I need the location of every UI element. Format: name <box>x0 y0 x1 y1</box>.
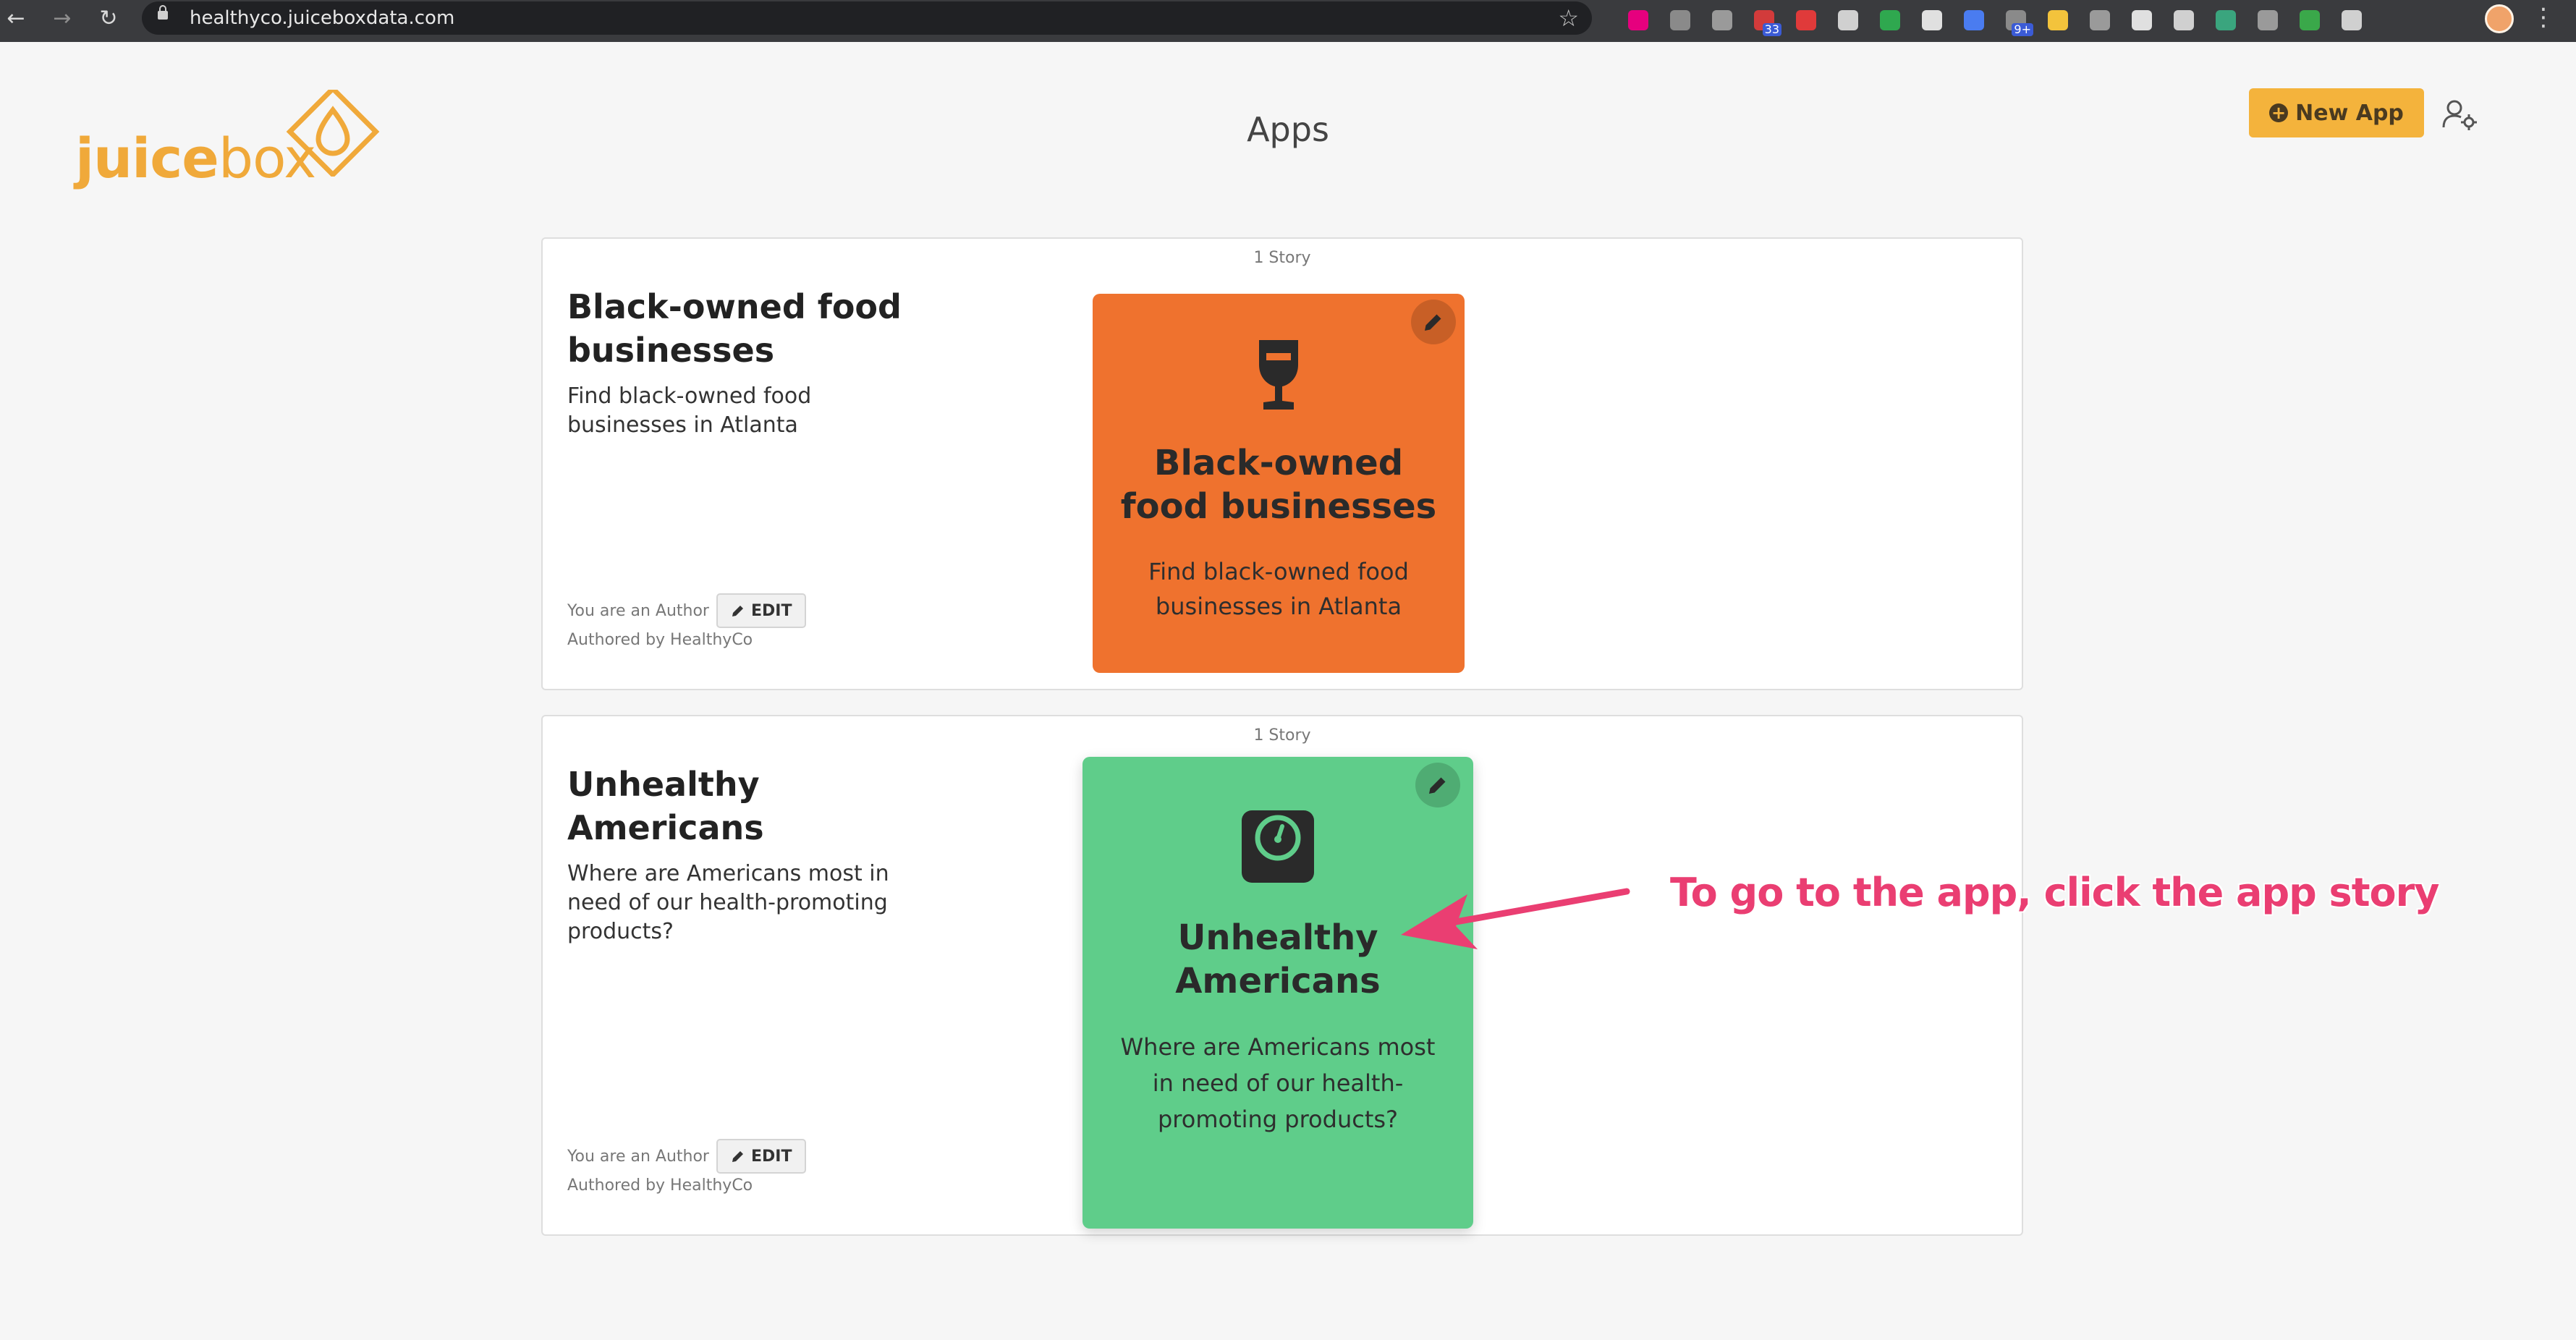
back-icon[interactable]: ← <box>1 4 30 33</box>
browser-extension-icon[interactable] <box>1712 10 1732 30</box>
extension-badge: 9+ <box>2012 23 2033 36</box>
bookmark-star-icon[interactable]: ☆ <box>1558 4 1579 32</box>
pencil-icon <box>732 606 743 616</box>
weight-scale-icon <box>1242 810 1314 883</box>
authored-by: Authored by HealthyCo <box>567 631 753 649</box>
author-line: You are an Author EDIT <box>567 593 807 628</box>
story-description: Find black-owned food businesses in Atla… <box>1148 558 1409 620</box>
app-description: Find black-owned food businesses in Atla… <box>567 383 812 438</box>
story-edit-button[interactable] <box>1411 300 1456 344</box>
profile-avatar[interactable] <box>2485 4 2514 33</box>
author-role: You are an Author <box>567 1147 709 1166</box>
browser-extension-icon[interactable]: 33 <box>1754 10 1781 36</box>
reload-icon[interactable]: ↻ <box>94 4 123 33</box>
forward-icon[interactable]: → <box>48 4 77 33</box>
user-settings-icon[interactable] <box>2441 98 2478 130</box>
browser-extension-icon[interactable] <box>1964 10 1984 30</box>
app-description: Where are Americans most in need of our … <box>567 861 889 944</box>
author-line: You are an Author EDIT <box>567 1139 807 1174</box>
new-app-button[interactable]: + New App <box>2249 88 2424 137</box>
address-bar[interactable]: healthyco.juiceboxdata.com ☆ <box>142 1 1592 35</box>
browser-extension-icon[interactable] <box>2132 10 2152 30</box>
logo-wordmark: juicebox <box>75 126 316 190</box>
browser-extension-icon[interactable] <box>1628 10 1648 30</box>
authored-by: Authored by HealthyCo <box>567 1176 753 1195</box>
edit-label: EDIT <box>750 601 792 620</box>
app-panel-unhealthy-americans: 1 Story Unhealthy Americans Where are Am… <box>541 715 2023 1236</box>
annotation-text: To go to the app, click the app story <box>1670 870 2439 915</box>
pencil-icon <box>1425 314 1441 331</box>
new-app-label: New App <box>2295 100 2404 126</box>
url-text: healthyco.juiceboxdata.com <box>190 7 455 29</box>
story-card-unhealthy-americans[interactable]: Unhealthy Americans Where are Americans … <box>1082 757 1473 1229</box>
edit-label: EDIT <box>750 1147 792 1166</box>
extensions-bar: 33 9+ <box>1628 6 2362 36</box>
app-panel-black-owned-food: 1 Story Black-owned food businesses Find… <box>541 237 2023 690</box>
logo-juice-text: juice <box>75 126 219 190</box>
browser-extension-icon[interactable] <box>2258 10 2278 30</box>
story-card-black-owned-food[interactable]: Black-owned food businesses Find black-o… <box>1093 294 1465 673</box>
browser-extension-icon[interactable] <box>2174 10 2194 30</box>
browser-extension-icon[interactable] <box>1880 10 1900 30</box>
wine-glass-icon <box>1259 340 1298 410</box>
browser-extension-icon[interactable] <box>1922 10 1942 30</box>
extension-badge: 33 <box>1762 23 1781 36</box>
browser-extension-icon[interactable] <box>2300 10 2320 30</box>
browser-extension-icon[interactable] <box>2216 10 2236 30</box>
browser-toolbar: ← → ↻ healthyco.juiceboxdata.com ☆ 33 9+ … <box>0 0 2576 42</box>
browser-extension-icon[interactable]: 9+ <box>2006 10 2033 36</box>
browser-extension-icon[interactable] <box>2090 10 2110 30</box>
pencil-icon <box>732 1151 743 1162</box>
browser-extension-icon[interactable] <box>1838 10 1858 30</box>
plus-circle-icon: + <box>2269 103 2289 122</box>
story-title: Black-owned food businesses <box>1120 443 1437 527</box>
pencil-icon <box>1429 777 1446 794</box>
browser-extension-icon[interactable] <box>1796 10 1816 30</box>
juicebox-logo[interactable]: juicebox <box>75 90 386 205</box>
page-title: Apps <box>1247 110 1329 149</box>
logo-box-text: box <box>218 126 316 190</box>
app-name: Unhealthy Americans <box>567 765 764 847</box>
edit-app-button[interactable]: EDIT <box>716 1139 807 1174</box>
edit-app-button[interactable]: EDIT <box>716 593 807 628</box>
story-description: Where are Americans most in need of our … <box>1120 1033 1436 1133</box>
browser-extension-icon[interactable] <box>2048 10 2068 30</box>
lock-icon <box>158 5 168 20</box>
annotation-arrow <box>1401 888 1630 949</box>
story-edit-button[interactable] <box>1415 763 1460 807</box>
app-name: Black-owned food businesses <box>567 287 902 370</box>
browser-extension-icon[interactable] <box>1670 10 1690 30</box>
author-role: You are an Author <box>567 601 709 620</box>
browser-extension-icon[interactable] <box>2342 10 2362 30</box>
story-count: 1 Story <box>1253 249 1311 267</box>
browser-menu-icon[interactable]: ⋮ <box>2531 3 2556 32</box>
story-count: 1 Story <box>1253 726 1311 745</box>
